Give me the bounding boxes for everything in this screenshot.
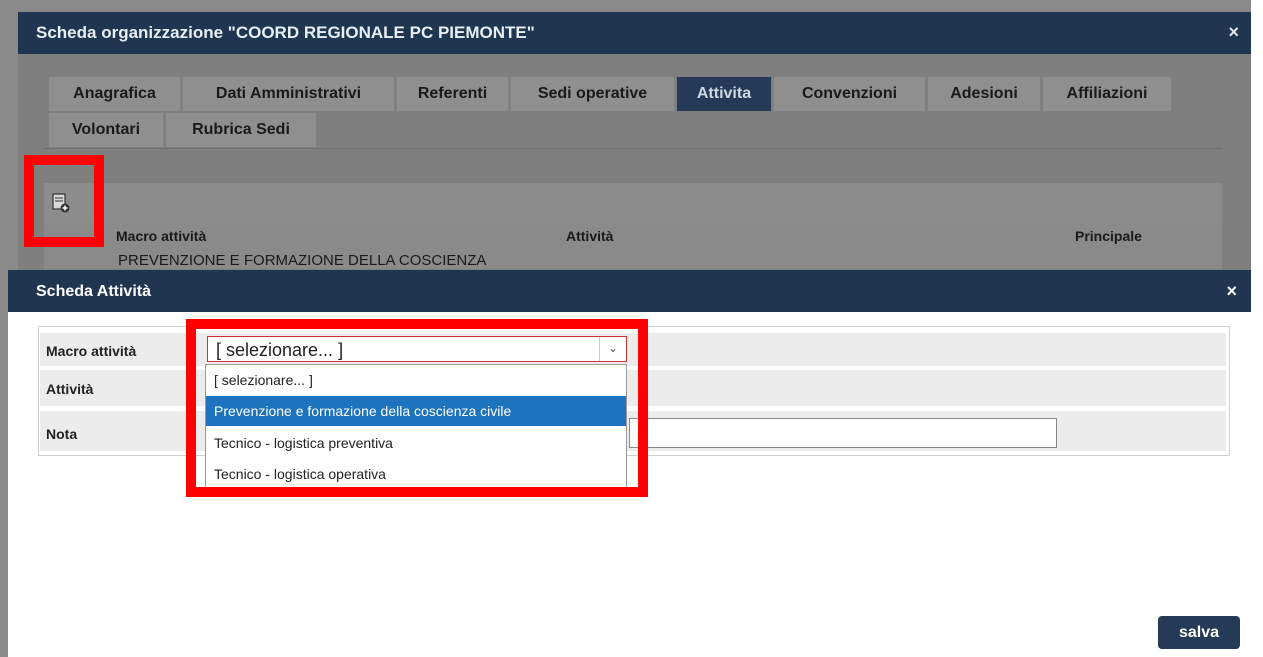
background-strip [1251, 0, 1263, 657]
tab-sedi-operative[interactable]: Sedi operative [511, 77, 674, 111]
activity-dialog-title: Scheda Attività [36, 283, 151, 300]
annotation-highlight-dropdown [186, 319, 648, 497]
tab-referenti[interactable]: Referenti [397, 77, 508, 111]
organization-dialog-title: Scheda organizzazione "COORD REGIONALE P… [36, 23, 535, 42]
label-nota: Nota [46, 426, 78, 442]
tab-attivita[interactable]: Attivita [677, 77, 771, 111]
tab-convenzioni[interactable]: Convenzioni [774, 77, 925, 111]
activity-dialog-titlebar: Scheda Attività × [8, 270, 1251, 312]
annotation-highlight-add [24, 155, 104, 247]
close-icon[interactable]: × [1226, 281, 1237, 302]
label-attivita: Attività [46, 381, 94, 397]
header-principale: Principale [1075, 228, 1142, 244]
header-attivita: Attività [566, 228, 614, 244]
tab-volontari[interactable]: Volontari [49, 113, 163, 147]
close-icon[interactable]: × [1228, 22, 1239, 43]
tab-anagrafica[interactable]: Anagrafica [49, 77, 180, 111]
organization-dialog-titlebar: Scheda organizzazione "COORD REGIONALE P… [18, 12, 1251, 54]
tab-adesioni[interactable]: Adesioni [928, 77, 1040, 111]
tab-affiliazioni[interactable]: Affiliazioni [1043, 77, 1171, 111]
tab-rubrica-sedi[interactable]: Rubrica Sedi [166, 113, 316, 147]
table-row[interactable]: PREVENZIONE E FORMAZIONE DELLA COSCIENZA [44, 249, 1222, 269]
grid-toolbar [44, 183, 1222, 223]
row-macro-attivita: PREVENZIONE E FORMAZIONE DELLA COSCIENZA [118, 252, 487, 269]
header-macro-attivita: Macro attività [116, 228, 207, 244]
label-macro-attivita: Macro attività [46, 343, 137, 359]
grid-header: Macro attività Attività Principale [44, 223, 1222, 249]
tab-dati-amministrativi[interactable]: Dati Amministrativi [183, 77, 394, 111]
tabs-divider [44, 148, 1222, 149]
nota-input[interactable] [629, 418, 1057, 448]
save-button[interactable]: salva [1158, 616, 1240, 649]
